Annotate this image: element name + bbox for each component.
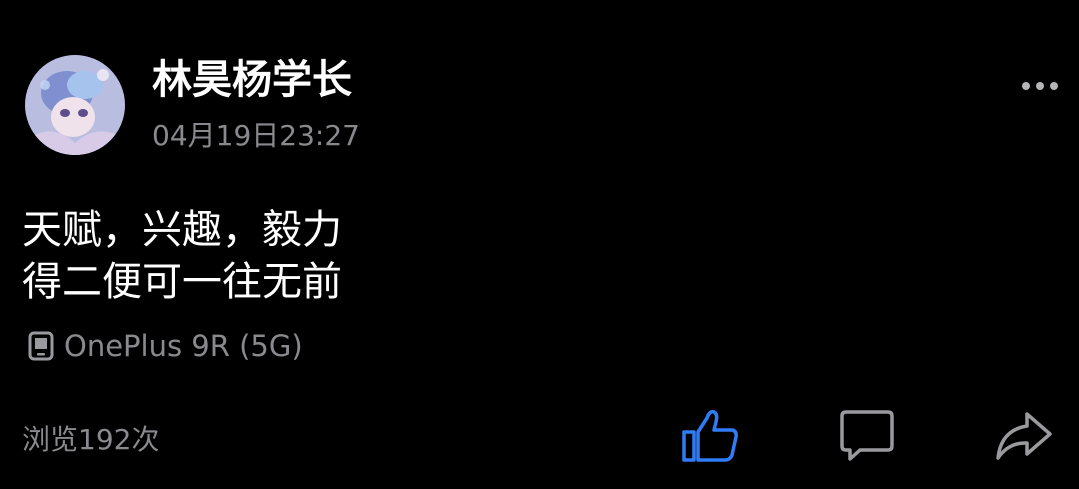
content-line: 天赋，兴趣，毅力: [22, 207, 342, 253]
share-button[interactable]: [993, 404, 1055, 466]
more-options-button[interactable]: [1018, 72, 1062, 100]
content-line: 得二便可一往无前: [22, 259, 342, 305]
comment-button[interactable]: [836, 404, 898, 466]
avatar-image: [25, 55, 125, 155]
post-content: 天赋，兴趣，毅力 得二便可一往无前: [22, 204, 342, 308]
device-label: OnePlus 9R (5G): [64, 329, 303, 363]
avatar[interactable]: [25, 55, 125, 155]
like-button[interactable]: [679, 404, 741, 466]
device-tag[interactable]: OnePlus 9R (5G): [28, 328, 303, 364]
author-name[interactable]: 林昊杨学长: [152, 56, 352, 104]
share-icon: [996, 412, 1052, 460]
post-card: 林昊杨学长 04月19日23:27 天赋，兴趣，毅力 得二便可一往无前 OneP…: [0, 0, 1079, 489]
thumbs-up-icon: [682, 409, 738, 462]
phone-icon: [28, 331, 54, 361]
comment-icon: [840, 410, 894, 461]
view-count: 浏览192次: [22, 423, 160, 456]
more-dots-icon: [1022, 82, 1058, 90]
post-timestamp: 04月19日23:27: [152, 119, 360, 152]
